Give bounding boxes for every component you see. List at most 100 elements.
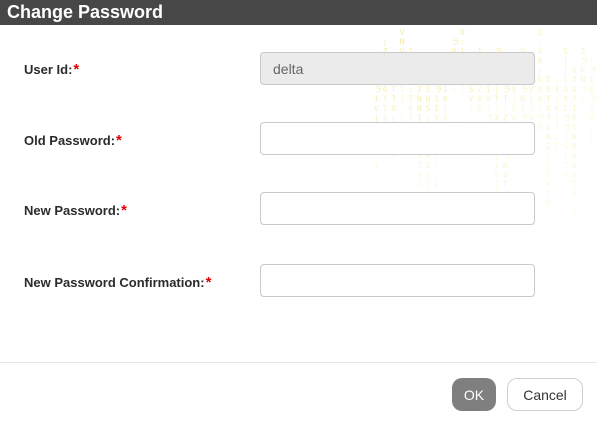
matrix-glyph: S: [512, 104, 517, 113]
matrix-glyph: V: [434, 180, 439, 189]
matrix-glyph: I: [555, 85, 560, 94]
matrix-glyph: 1: [572, 104, 577, 113]
matrix-glyph: V: [469, 95, 474, 104]
matrix-glyph: T: [555, 142, 560, 151]
new-password-field[interactable]: [260, 192, 535, 225]
matrix-glyph: 7: [589, 104, 594, 113]
matrix-glyph: 1: [443, 85, 448, 94]
matrix-glyph: 0: [383, 85, 388, 94]
matrix-glyph: ;: [537, 104, 542, 113]
matrix-glyph: ラ: [589, 66, 597, 75]
matrix-glyph: V: [572, 114, 577, 123]
matrix-glyph: K: [546, 180, 551, 189]
matrix-glyph: :: [408, 85, 413, 94]
matrix-glyph: X: [563, 95, 568, 104]
matrix-glyph: ラ: [563, 114, 571, 123]
matrix-glyph: N: [417, 95, 422, 104]
matrix-glyph: ;: [469, 104, 474, 113]
matrix-glyph: 1: [374, 161, 379, 170]
matrix-glyph: |: [537, 66, 542, 75]
matrix-glyph: |: [580, 95, 585, 104]
matrix-glyph: S: [426, 104, 431, 113]
matrix-glyph: V: [572, 66, 577, 75]
matrix-glyph: T: [546, 171, 551, 180]
required-asterisk: *: [205, 274, 212, 291]
matrix-glyph: S: [546, 85, 551, 94]
matrix-glyph: 7: [460, 85, 465, 94]
ok-button[interactable]: OK: [452, 378, 496, 411]
matrix-glyph: ラ: [374, 85, 382, 94]
matrix-glyph: T: [494, 95, 499, 104]
matrix-glyph: S: [469, 85, 474, 94]
matrix-glyph: :: [555, 76, 560, 85]
matrix-glyph: S: [572, 161, 577, 170]
matrix-glyph: X: [572, 85, 577, 94]
matrix-glyph: 0: [460, 28, 465, 37]
matrix-glyph: I: [400, 95, 405, 104]
matrix-glyph: 7: [391, 95, 396, 104]
old-password-label: Old Password:*: [24, 132, 122, 149]
matrix-glyph: Z: [477, 85, 482, 94]
new-password-label: New Password:*: [24, 202, 127, 219]
matrix-glyph: S: [537, 85, 542, 94]
new-password-confirmation-field[interactable]: [260, 264, 535, 297]
matrix-glyph: V: [529, 85, 534, 94]
matrix-glyph: S: [426, 161, 431, 170]
matrix-glyph: I: [563, 104, 568, 113]
matrix-glyph: :: [400, 104, 405, 113]
matrix-glyph: 7: [546, 114, 551, 123]
matrix-glyph: V: [417, 171, 422, 180]
matrix-glyph: K: [477, 95, 482, 104]
matrix-glyph: T: [383, 104, 388, 113]
matrix-glyph: N: [546, 133, 551, 142]
matrix-glyph: 7: [417, 85, 422, 94]
matrix-glyph: K: [546, 199, 551, 208]
matrix-glyph: Z: [580, 47, 585, 56]
matrix-glyph: 1: [374, 95, 379, 104]
matrix-glyph: S: [546, 190, 551, 199]
matrix-glyph: V: [512, 85, 517, 94]
matrix-glyph: T: [503, 180, 508, 189]
matrix-glyph: S: [563, 47, 568, 56]
old-password-field[interactable]: [260, 122, 535, 155]
cancel-button[interactable]: Cancel: [507, 378, 583, 411]
matrix-glyph: T: [572, 180, 577, 189]
matrix-glyph: :: [563, 133, 568, 142]
matrix-glyph: ラ: [580, 57, 588, 66]
matrix-glyph: ラ: [520, 85, 528, 94]
matrix-glyph: ラ: [589, 95, 597, 104]
matrix-glyph: T: [408, 95, 413, 104]
user-id-field: [260, 52, 535, 85]
matrix-glyph: S: [563, 142, 568, 151]
matrix-glyph: ラ: [503, 85, 511, 94]
matrix-glyph: |: [563, 66, 568, 75]
matrix-glyph: S: [572, 123, 577, 132]
matrix-glyph: K: [537, 76, 542, 85]
matrix-glyph: 1: [589, 76, 594, 85]
matrix-glyph: N: [572, 133, 577, 142]
matrix-glyph: S: [494, 171, 499, 180]
matrix-glyph: :: [494, 104, 499, 113]
dialog-title: Change Password: [0, 0, 597, 25]
matrix-glyph: 7: [426, 180, 431, 189]
matrix-glyph: N: [400, 38, 405, 47]
matrix-glyph: V: [486, 95, 491, 104]
matrix-glyph: I: [434, 104, 439, 113]
matrix-glyph: 1: [546, 123, 551, 132]
required-asterisk: *: [121, 202, 127, 219]
matrix-glyph: |: [563, 57, 568, 66]
matrix-glyph: V: [374, 104, 379, 113]
matrix-glyph: T: [503, 95, 508, 104]
matrix-glyph: :: [494, 161, 499, 170]
matrix-glyph: 0: [477, 104, 482, 113]
matrix-glyph: ;: [555, 133, 560, 142]
matrix-glyph: :: [572, 199, 577, 208]
matrix-glyph: 7: [572, 95, 577, 104]
matrix-glyph: :: [589, 57, 594, 66]
matrix-glyph: S: [563, 171, 568, 180]
matrix-glyph: 1: [486, 85, 491, 94]
matrix-glyph: T: [391, 85, 396, 94]
matrix-glyph: N: [391, 104, 396, 113]
matrix-glyph: :: [486, 104, 491, 113]
matrix-glyph: ラ: [451, 38, 459, 47]
